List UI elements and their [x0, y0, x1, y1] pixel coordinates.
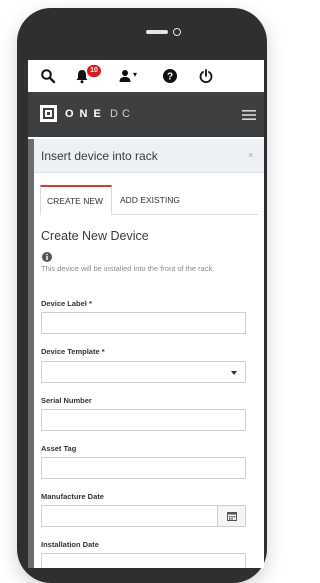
field-label-manufacture-date: Manufacture Date [41, 492, 104, 501]
search-icon[interactable] [40, 68, 56, 84]
date-picker-button[interactable] [217, 506, 245, 526]
info-text: This device will be installed into the f… [41, 264, 215, 273]
calendar-icon [227, 512, 237, 521]
installation-date-input[interactable] [41, 553, 246, 568]
field-label-device-label: Device Label * [41, 299, 92, 308]
section-title: Create New Device [41, 229, 149, 243]
phone-camera [173, 28, 181, 36]
power-icon[interactable] [198, 68, 214, 84]
tab-add-existing[interactable]: ADD EXISTING [114, 185, 194, 215]
brand-name-light: DC [110, 108, 134, 120]
notification-badge: 10 [87, 65, 101, 77]
field-label-asset-tag: Asset Tag [41, 444, 77, 453]
user-menu-caret[interactable]: ▾ [133, 70, 137, 79]
tab-create-new[interactable]: CREATE NEW [40, 185, 112, 215]
chevron-down-icon [231, 371, 237, 375]
info-icon [42, 252, 52, 262]
asset-tag-input[interactable] [41, 457, 246, 479]
hamburger-menu-icon[interactable] [242, 110, 256, 120]
field-label-device-template: Device Template * [41, 347, 105, 356]
manufacture-date-input[interactable] [41, 505, 246, 527]
modal-header: Insert device into rack × [34, 139, 264, 173]
field-label-serial-number: Serial Number [41, 396, 92, 405]
device-template-select[interactable] [41, 361, 246, 383]
modal-title: Insert device into rack [41, 149, 158, 163]
onedc-logo-icon [40, 105, 57, 122]
phone-speaker [146, 30, 168, 34]
close-icon[interactable]: × [248, 150, 253, 160]
help-icon[interactable]: ? [162, 68, 178, 84]
svg-text:?: ? [167, 72, 173, 83]
brand-header: ONE DC [28, 92, 264, 137]
app-screen: 10 ▾ ? ONE DC Insert device into rack × … [28, 60, 264, 568]
serial-number-input[interactable] [41, 409, 246, 431]
brand-name-strong: ONE [65, 108, 107, 120]
tab-bar: CREATE NEW ADD EXISTING [40, 185, 258, 215]
device-label-input[interactable] [41, 312, 246, 334]
field-label-installation-date: Installation Date [41, 540, 99, 549]
modal-body: CREATE NEW ADD EXISTING Create New Devic… [34, 173, 264, 568]
user-icon[interactable] [117, 68, 133, 84]
top-action-bar: 10 ▾ ? [28, 60, 264, 92]
